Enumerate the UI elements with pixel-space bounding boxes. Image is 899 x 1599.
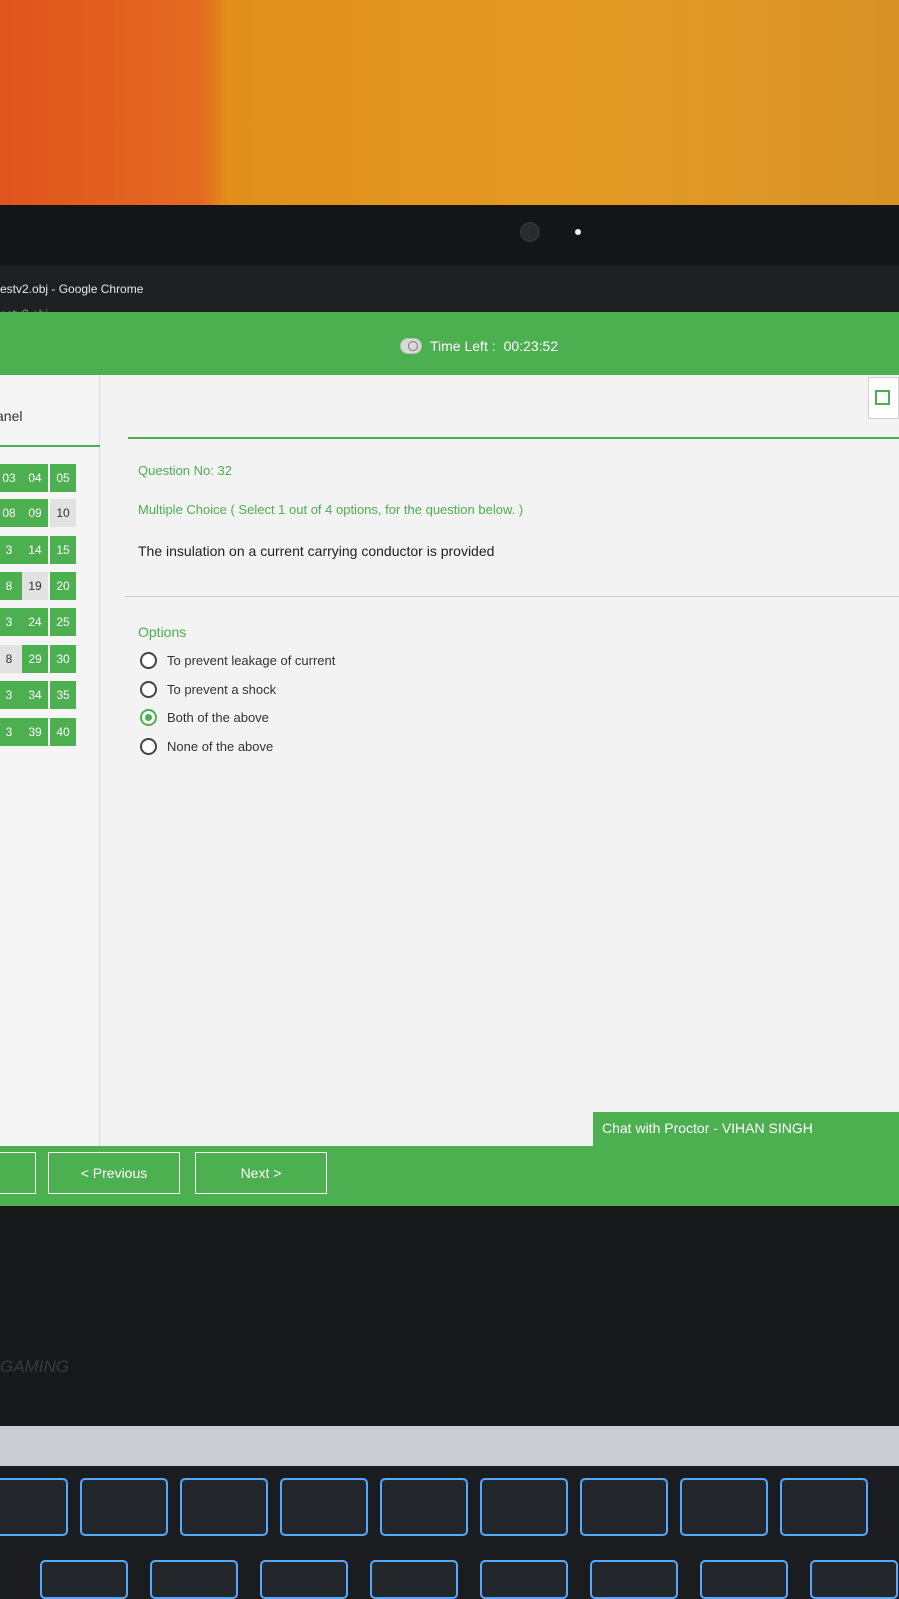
keyboard-key: [380, 1478, 468, 1536]
question-nav-cell[interactable]: 15: [50, 536, 76, 564]
radio-button[interactable]: [140, 652, 157, 669]
webcam-led: [575, 229, 581, 235]
question-nav-cell[interactable]: 24: [22, 608, 48, 636]
question-nav-cell[interactable]: 04: [22, 464, 48, 492]
option-2[interactable]: To prevent a shock: [140, 681, 276, 698]
question-nav-cell[interactable]: 3: [0, 681, 22, 709]
keyboard-key: [780, 1478, 868, 1536]
checkbox-icon[interactable]: [875, 390, 890, 405]
question-nav-cell[interactable]: 35: [50, 681, 76, 709]
question-nav-cell[interactable]: 05: [50, 464, 76, 492]
keyboard-key: [260, 1560, 348, 1599]
laptop-bottom-bezel: [0, 1206, 899, 1426]
keyboard-key: [150, 1560, 238, 1599]
question-nav-cell[interactable]: 14: [22, 536, 48, 564]
panel-divider: [0, 445, 100, 447]
radio-button[interactable]: [140, 738, 157, 755]
keyboard-key: [180, 1478, 268, 1536]
keyboard-key: [580, 1478, 668, 1536]
laptop-top-bezel: [0, 205, 899, 265]
question-nav-cell[interactable]: 3: [0, 536, 22, 564]
question-nav-cell[interactable]: 3: [0, 718, 22, 746]
question-nav-cell[interactable]: 20: [50, 572, 76, 600]
keyboard-key: [40, 1560, 128, 1599]
timer: Time Left : 00:23:52: [400, 338, 558, 354]
option-label[interactable]: Both of the above: [167, 710, 269, 725]
question-nav-cell[interactable]: 8: [0, 572, 22, 600]
question-nav-cell[interactable]: 3: [0, 608, 22, 636]
question-nav-cell[interactable]: 10: [50, 499, 76, 527]
question-nav-cell[interactable]: 19: [22, 572, 48, 600]
clock-icon: [400, 338, 422, 354]
laptop-brand-logo: GAMING: [0, 1357, 69, 1376]
background-wall: [0, 0, 899, 215]
question-nav-cell[interactable]: 09: [22, 499, 48, 527]
window-title: estv2.obj - Google Chrome: [0, 282, 144, 296]
question-nav-cell[interactable]: 34: [22, 681, 48, 709]
chat-with-proctor-button[interactable]: Chat with Proctor - VIHAN SINGH: [593, 1112, 899, 1146]
keyboard-key: [810, 1560, 898, 1599]
timer-label: Time Left :: [430, 338, 496, 354]
question-nav-cell[interactable]: 08: [0, 499, 22, 527]
question-type: Multiple Choice ( Select 1 out of 4 opti…: [138, 502, 524, 517]
question-nav-cell[interactable]: 25: [50, 608, 76, 636]
keyboard-key: [480, 1560, 568, 1599]
browser-titlebar: estv2.obj - Google Chrome estv2.obj: [0, 265, 899, 321]
option-1[interactable]: To prevent leakage of current: [140, 652, 335, 669]
radio-button[interactable]: [140, 681, 157, 698]
content-divider: [128, 437, 899, 439]
option-label[interactable]: To prevent a shock: [167, 682, 276, 697]
keyboard-key: [590, 1560, 678, 1599]
keyboard-key: [700, 1560, 788, 1599]
keyboard-key: [280, 1478, 368, 1536]
footer-button-partial[interactable]: [0, 1152, 36, 1194]
keyboard-key: [680, 1478, 768, 1536]
keyboard-key: [0, 1478, 68, 1536]
question-nav-cell[interactable]: 40: [50, 718, 76, 746]
question-nav-cell[interactable]: 30: [50, 645, 76, 673]
radio-button-selected[interactable]: [140, 709, 157, 726]
keyboard-key: [480, 1478, 568, 1536]
section-separator: [125, 596, 899, 597]
exam-content: [0, 375, 899, 1147]
webcam-icon: [520, 222, 540, 242]
option-label[interactable]: To prevent leakage of current: [167, 653, 335, 668]
timer-value: 00:23:52: [503, 338, 559, 354]
option-label[interactable]: None of the above: [167, 739, 273, 754]
keyboard-key: [80, 1478, 168, 1536]
option-3[interactable]: Both of the above: [140, 709, 269, 726]
mark-review-box[interactable]: [868, 377, 899, 419]
question-nav-cell[interactable]: 39: [22, 718, 48, 746]
keyboard-key: [370, 1560, 458, 1599]
question-number: Question No: 32: [138, 463, 232, 478]
previous-button[interactable]: < Previous: [48, 1152, 180, 1194]
question-text: The insulation on a current carrying con…: [138, 543, 495, 559]
options-heading: Options: [138, 624, 187, 640]
option-4[interactable]: None of the above: [140, 738, 273, 755]
question-nav-cell[interactable]: 03: [0, 464, 22, 492]
question-nav-cell[interactable]: 8: [0, 645, 22, 673]
next-button[interactable]: Next >: [195, 1152, 327, 1194]
question-nav-cell[interactable]: 29: [22, 645, 48, 673]
panel-title: anel: [0, 408, 23, 424]
